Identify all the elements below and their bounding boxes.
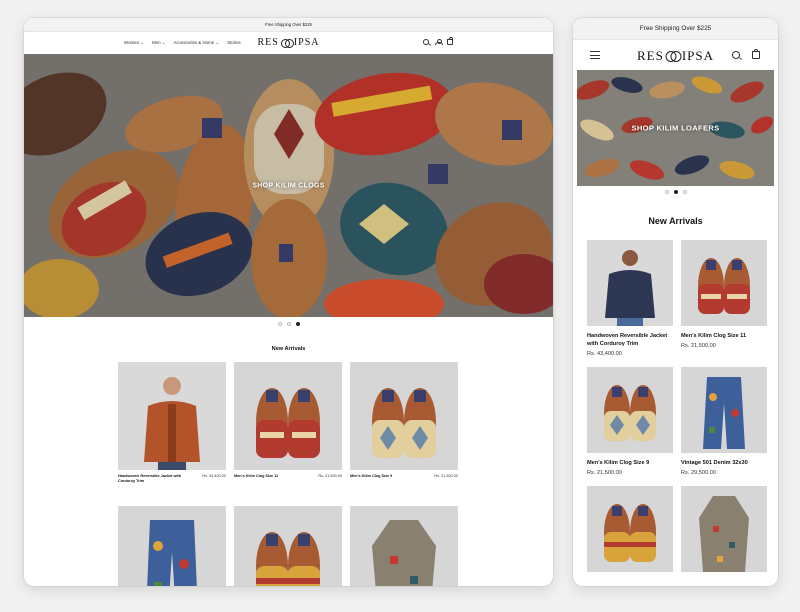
product-price: Rs. 21,500.00	[681, 343, 716, 349]
cart-icon[interactable]	[752, 49, 760, 59]
product-title[interactable]: Men's Kilim Clog Size 9	[350, 474, 392, 479]
product-card[interactable]	[681, 486, 767, 572]
site-logo[interactable]: RES IPSA	[257, 37, 319, 48]
slide-dot-2[interactable]	[286, 322, 291, 326]
product-image[interactable]	[234, 362, 342, 470]
nav-stories[interactable]: Stories	[227, 40, 241, 46]
product-image[interactable]	[681, 486, 767, 572]
slide-dot-1[interactable]	[664, 190, 669, 194]
product-title[interactable]: Men's Kilim Clog Size 11	[234, 474, 278, 479]
product-title[interactable]: Men's Kilim Clog Size 11	[681, 332, 767, 340]
mobile-preview: Free Shipping Over $225 RES IPSA SHOP KI…	[573, 18, 778, 586]
slideshow-dots	[573, 190, 778, 194]
product-price: Rs. 43,400.00	[202, 474, 226, 478]
slide-dot-1[interactable]	[277, 322, 282, 326]
product-title[interactable]: Men's Kilim Clog Size 9	[587, 459, 673, 467]
product-title[interactable]: Vintage 501 Denim 32x30	[681, 459, 767, 467]
product-price: Rs. 21,500.00	[318, 474, 342, 478]
product-grid: Handwoven Reversible Jacket with Corduro…	[587, 240, 778, 572]
search-icon[interactable]	[423, 39, 429, 45]
product-card[interactable]	[118, 506, 226, 586]
product-image[interactable]	[350, 506, 458, 586]
product-image[interactable]	[234, 506, 342, 586]
announcement-bar: Free Shipping Over $225	[24, 18, 553, 32]
site-header: RES IPSA	[573, 40, 778, 70]
hero-slideshow[interactable]: SHOP KILIM CLOGS	[24, 54, 553, 317]
product-image[interactable]	[350, 362, 458, 470]
new-arrivals-title: New Arrivals	[648, 216, 703, 226]
product-card[interactable]: Vintage 501 Denim 32x30 Rs. 29,500.00	[681, 367, 767, 476]
product-title[interactable]: Handwoven Reversible Jacket with Corduro…	[587, 332, 673, 348]
product-price: Rs. 43,400.00	[587, 351, 622, 357]
product-card[interactable]: Handwoven Reversible Jacket with Corduro…	[118, 362, 226, 484]
site-header: Women ⌄ Men ⌄ Accessories & Home ⌄ Stori…	[24, 32, 553, 54]
product-image[interactable]	[587, 367, 673, 453]
product-card[interactable]: Men's Kilim Clog Size 9 Rs. 21,500.00	[350, 362, 458, 484]
product-grid: Handwoven Reversible Jacket with Corduro…	[118, 362, 553, 586]
slideshow-dots	[24, 322, 553, 326]
hero-cta-label[interactable]: SHOP KILIM CLOGS	[252, 182, 324, 189]
account-icon[interactable]	[435, 39, 443, 45]
logo-rings-icon	[280, 38, 294, 48]
hero-cta-label[interactable]: SHOP KILIM LOAFERS	[632, 124, 720, 133]
product-card[interactable]: Men's Kilim Clog Size 11 Rs. 21,500.00	[234, 362, 342, 484]
nav-men[interactable]: Men ⌄	[152, 40, 165, 46]
product-image[interactable]	[118, 506, 226, 586]
nav-women[interactable]: Women ⌄	[124, 40, 144, 46]
product-image[interactable]	[681, 367, 767, 453]
nav-accessories-home[interactable]: Accessories & Home ⌄	[173, 40, 219, 46]
slide-dot-3[interactable]	[295, 322, 300, 326]
desktop-preview: Free Shipping Over $225 Women ⌄ Men ⌄ Ac…	[24, 18, 553, 586]
announcement-bar: Free Shipping Over $225	[573, 18, 778, 40]
product-image[interactable]	[587, 240, 673, 326]
menu-icon[interactable]	[590, 51, 600, 59]
new-arrivals-title: New Arrivals	[271, 346, 306, 352]
product-card[interactable]	[350, 506, 458, 586]
search-icon[interactable]	[732, 51, 740, 59]
product-card[interactable]	[587, 486, 673, 572]
slide-dot-2[interactable]	[673, 190, 678, 194]
product-card[interactable]: Handwoven Reversible Jacket with Corduro…	[587, 240, 673, 357]
site-logo[interactable]: RES IPSA	[637, 48, 714, 64]
product-card[interactable]: Men's Kilim Clog Size 9 Rs. 21,500.00	[587, 367, 673, 476]
product-card[interactable]: Men's Kilim Clog Size 11 Rs. 21,500.00	[681, 240, 767, 357]
slide-dot-3[interactable]	[682, 190, 687, 194]
product-image[interactable]	[681, 240, 767, 326]
cart-icon[interactable]	[447, 37, 453, 45]
product-title[interactable]: Handwoven Reversible Jacket with Corduro…	[118, 474, 196, 484]
product-card[interactable]	[234, 506, 342, 586]
product-price: Rs. 21,500.00	[587, 470, 622, 476]
product-price: Rs. 21,500.00	[434, 474, 458, 478]
main-nav: Women ⌄ Men ⌄ Accessories & Home ⌄ Stori…	[124, 40, 241, 46]
hero-slideshow[interactable]: SHOP KILIM LOAFERS	[577, 70, 774, 186]
product-image[interactable]	[118, 362, 226, 470]
product-image[interactable]	[587, 486, 673, 572]
logo-rings-icon	[665, 51, 682, 62]
product-price: Rs. 29,500.00	[681, 470, 716, 476]
